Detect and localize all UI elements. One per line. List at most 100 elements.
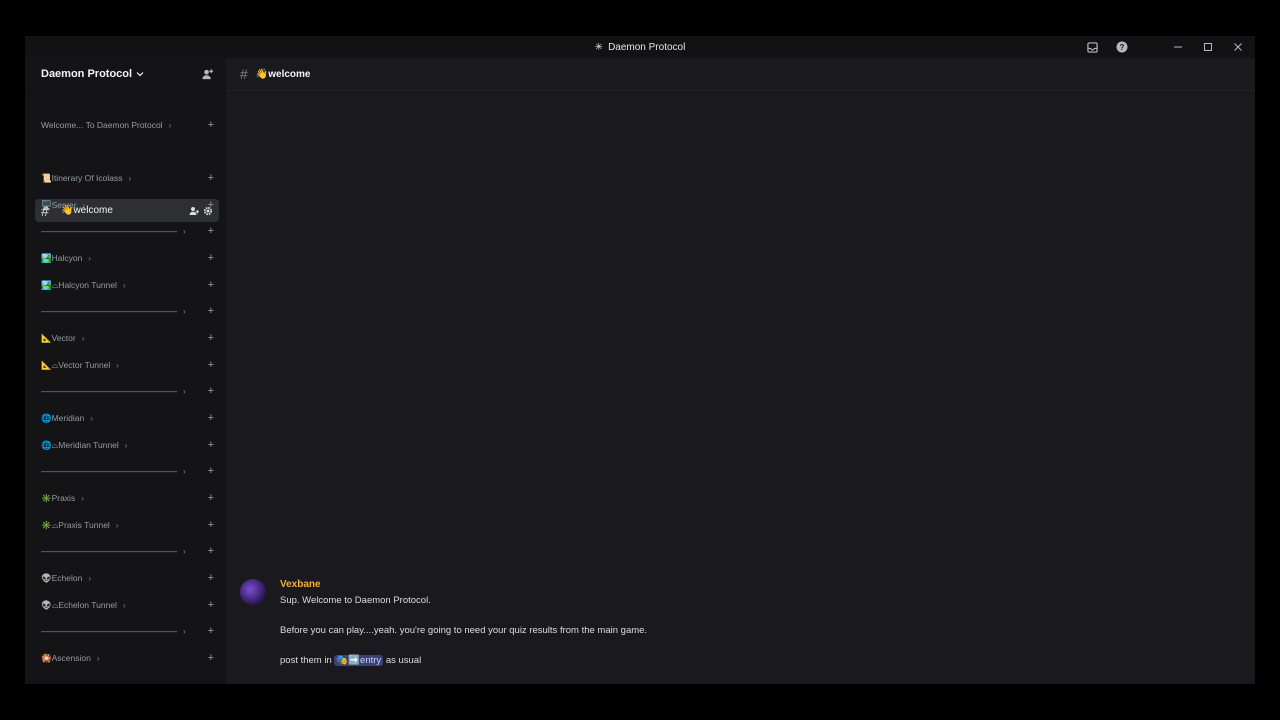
create-channel-icon[interactable]: + — [208, 519, 214, 531]
server-logo-icon: ✳ — [594, 41, 604, 53]
create-channel-icon[interactable]: + — [208, 279, 214, 291]
create-channel-icon[interactable]: + — [208, 465, 214, 477]
chevron-right-icon: › — [168, 120, 172, 130]
create-channel-icon[interactable]: + — [208, 572, 214, 584]
category-9[interactable]: ———————————————— › + — [25, 384, 226, 398]
category-7[interactable]: 📐Vector › + — [25, 331, 226, 345]
category-label: ———————————————— › — [41, 386, 186, 396]
chevron-right-icon: › — [122, 280, 126, 290]
message-username[interactable]: Vexbane — [280, 579, 647, 590]
category-label-text: 👽⌓Echelon Tunnel — [41, 599, 117, 610]
chevron-right-icon: › — [183, 466, 186, 476]
category-label: 🏞️Halcyon › — [41, 253, 91, 264]
chevron-right-icon: › — [115, 520, 119, 530]
chevron-right-icon: › — [82, 200, 86, 210]
create-channel-icon[interactable]: + — [208, 625, 214, 637]
title-bar: ✳ Daemon Protocol ? — [25, 36, 1255, 58]
message-line-2: Before you can play....yeah. you're goin… — [280, 625, 648, 636]
chevron-down-icon — [136, 72, 144, 77]
create-channel-icon[interactable]: + — [208, 412, 214, 424]
category-label: 🌐Meridian › — [41, 413, 93, 424]
category-18[interactable]: ———————————————— › + — [25, 624, 226, 638]
chevron-right-icon: › — [183, 306, 186, 316]
category-label-text: 📐Vector — [41, 332, 76, 343]
category-label: ———————————————— › — [41, 626, 186, 636]
category-label-text: ———————————————— — [41, 386, 177, 396]
chevron-right-icon: › — [81, 333, 85, 343]
category-14[interactable]: ✳️⌓Praxis Tunnel › + — [25, 518, 226, 532]
close-icon[interactable] — [1231, 40, 1245, 54]
server-header: Daemon Protocol — [25, 58, 226, 91]
category-label: 👽⌓Echelon Tunnel › — [41, 600, 126, 611]
category-label: 🖥️Server › — [41, 200, 85, 211]
category-label: 📐Vector › — [41, 333, 84, 344]
chevron-right-icon: › — [183, 226, 186, 236]
category-11[interactable]: 🌐⌓Meridian Tunnel › + — [25, 438, 226, 452]
create-channel-icon[interactable]: + — [208, 332, 214, 344]
category-label-text: 🏞️Halcyon — [41, 252, 83, 263]
category-label-text: ———————————————— — [41, 226, 177, 236]
category-label: Welcome... To Daemon Protocol › — [41, 120, 171, 130]
category-label-text: ✳️Praxis — [41, 492, 76, 503]
invite-people-icon[interactable] — [200, 67, 214, 81]
category-2[interactable]: 🖥️Server › + — [25, 198, 226, 212]
maximize-icon[interactable] — [1201, 40, 1215, 54]
create-channel-icon[interactable]: + — [208, 599, 214, 611]
create-channel-icon[interactable]: + — [208, 199, 214, 211]
create-channel-icon[interactable]: + — [208, 119, 214, 131]
help-icon[interactable]: ? — [1115, 40, 1129, 54]
create-channel-icon[interactable]: + — [208, 439, 214, 451]
create-channel-icon[interactable]: + — [208, 545, 214, 557]
category-label: 📐⌓Vector Tunnel › — [41, 360, 119, 371]
hashtag-icon: # — [240, 66, 248, 82]
chevron-right-icon: › — [88, 573, 91, 583]
category-12[interactable]: ———————————————— › + — [25, 464, 226, 478]
create-channel-icon[interactable]: + — [208, 359, 214, 371]
minimize-icon[interactable] — [1171, 40, 1185, 54]
create-channel-icon[interactable]: + — [208, 492, 214, 504]
category-13[interactable]: ✳️Praxis › + — [25, 491, 226, 505]
category-6[interactable]: ———————————————— › + — [25, 304, 226, 318]
category-label-text: Welcome... To Daemon Protocol — [41, 120, 163, 130]
message-line-3-prefix: post them in — [280, 655, 335, 666]
create-channel-icon[interactable]: + — [208, 172, 214, 184]
category-15[interactable]: ———————————————— › + — [25, 544, 226, 558]
create-channel-icon[interactable]: + — [208, 225, 214, 237]
channel-mention-entry[interactable]: 🎭➡️entry — [334, 655, 384, 666]
category-8[interactable]: 📐⌓Vector Tunnel › + — [25, 358, 226, 372]
category-label-text: 🏞️⌓Halcyon Tunnel — [41, 279, 117, 290]
app-window: ✳ Daemon Protocol ? Daemon Protocol # 👋w… — [25, 36, 1255, 684]
svg-text:?: ? — [1120, 43, 1125, 52]
create-channel-icon[interactable]: + — [208, 252, 214, 264]
window-title-text: Daemon Protocol — [608, 41, 686, 53]
chevron-right-icon: › — [183, 626, 186, 636]
category-1[interactable]: 📜Itinerary Of Icolass › + — [25, 171, 226, 185]
category-label: 📜Itinerary Of Icolass › — [41, 173, 131, 184]
category-3[interactable]: ———————————————— › + — [25, 224, 226, 238]
category-label-text: ✳️⌓Praxis Tunnel — [41, 519, 110, 530]
category-label: 🏞️⌓Halcyon Tunnel › — [41, 280, 126, 291]
create-channel-icon[interactable]: + — [208, 305, 214, 317]
category-4[interactable]: 🏞️Halcyon › + — [25, 251, 226, 265]
avatar[interactable] — [240, 579, 266, 605]
category-label-text: 👽Echelon — [41, 572, 83, 583]
server-name-dropdown[interactable]: Daemon Protocol — [41, 68, 144, 80]
inbox-icon[interactable] — [1085, 40, 1099, 54]
category-label-text: ———————————————— — [41, 466, 177, 476]
channel-sidebar: Daemon Protocol # 👋welcome Welcome... To… — [25, 58, 226, 684]
chevron-right-icon: › — [124, 440, 128, 450]
category-0[interactable]: Welcome... To Daemon Protocol › + — [25, 118, 226, 132]
category-19[interactable]: 🎇Ascension › + — [25, 651, 226, 665]
category-10[interactable]: 🌐Meridian › + — [25, 411, 226, 425]
category-label: ———————————————— › — [41, 466, 186, 476]
category-label-text: ———————————————— — [41, 626, 177, 636]
category-17[interactable]: 👽⌓Echelon Tunnel › + — [25, 598, 226, 612]
category-5[interactable]: 🏞️⌓Halcyon Tunnel › + — [25, 278, 226, 292]
create-channel-icon[interactable]: + — [208, 385, 214, 397]
chevron-right-icon: › — [96, 653, 100, 663]
category-16[interactable]: 👽Echelon › + — [25, 571, 226, 585]
create-channel-icon[interactable]: + — [208, 652, 214, 664]
chat-area: # 👋welcome Vexbane Sup. Welcome to Daemo… — [226, 58, 1255, 684]
category-label-text: 📐⌓Vector Tunnel — [41, 359, 111, 370]
category-label: 👽Echelon › — [41, 573, 91, 584]
